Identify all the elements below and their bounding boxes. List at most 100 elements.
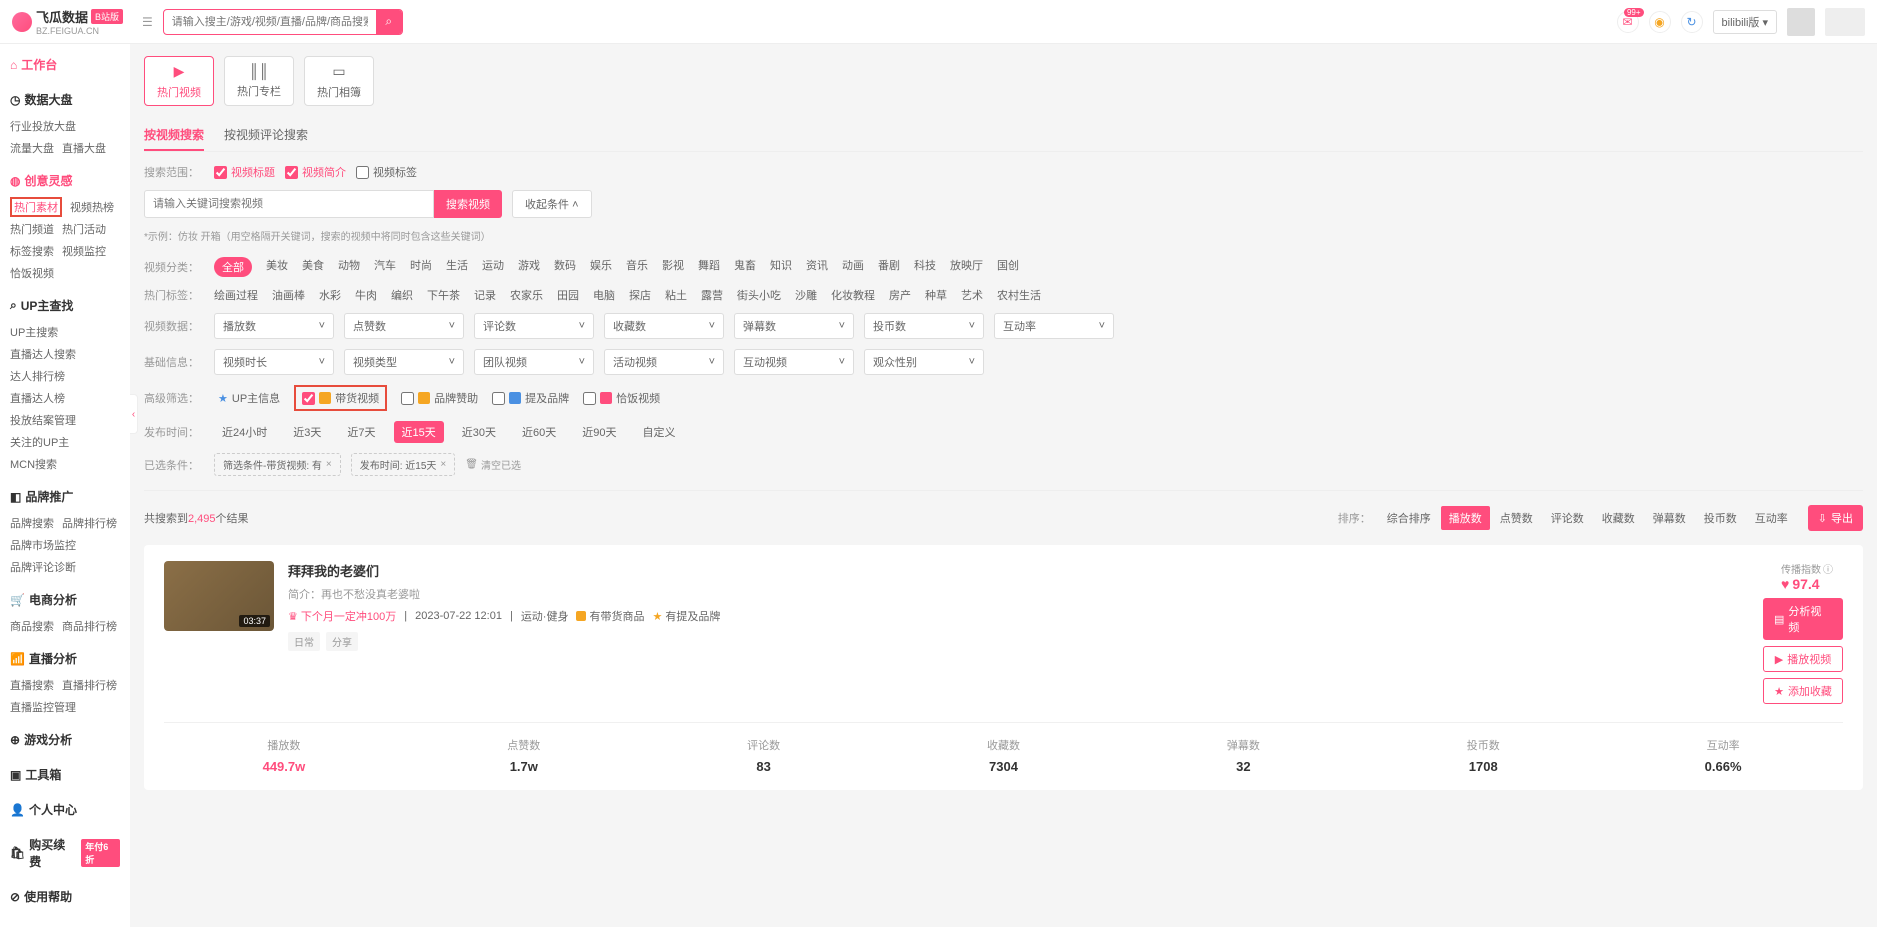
video-tag[interactable]: 分享 (326, 632, 358, 651)
nav-live-monitor[interactable]: 直播监控管理 (10, 697, 76, 717)
coin-icon[interactable]: ◉ (1649, 11, 1671, 33)
keyword-input[interactable] (144, 190, 434, 218)
time-3d[interactable]: 近3天 (285, 421, 329, 443)
nav-brand-monitor[interactable]: 品牌市场监控 (10, 535, 76, 555)
nav-mcn-search[interactable]: MCN搜索 (10, 454, 57, 474)
hottag-item[interactable]: 记录 (474, 287, 496, 303)
nav-traffic[interactable]: 流量大盘 (10, 138, 54, 158)
nav-purchase[interactable]: 🛍购买续费年付6折 (10, 832, 120, 874)
video-title[interactable]: 拜拜我的老婆们 (288, 561, 1749, 580)
cat-item[interactable]: 国创 (997, 257, 1019, 277)
scope-tag[interactable]: 视频标签 (356, 164, 417, 180)
nav-creative[interactable]: ◍创意灵感 (10, 168, 120, 193)
chip-remove[interactable]: × (440, 459, 446, 470)
nav-placement-mgmt[interactable]: 投放结案管理 (10, 410, 76, 430)
cat-item[interactable]: 动物 (338, 257, 360, 277)
sel-coins[interactable]: 投币数˅ (864, 313, 984, 339)
nav-live-rank[interactable]: 直播排行榜 (62, 675, 117, 695)
version-select[interactable]: bilibili版 ▾ (1713, 10, 1777, 34)
sort-favs[interactable]: 收藏数 (1594, 506, 1643, 530)
sel-team[interactable]: 团队视频˅ (474, 349, 594, 375)
cat-item[interactable]: 动画 (842, 257, 864, 277)
nav-live-talent-rank[interactable]: 直播达人榜 (10, 388, 65, 408)
hottag-item[interactable]: 房产 (889, 287, 911, 303)
nav-sponsored[interactable]: 恰饭视频 (10, 263, 54, 283)
keyword-search-button[interactable]: 搜索视频 (434, 190, 502, 218)
nav-brand[interactable]: ◧品牌推广 (10, 484, 120, 509)
time-custom[interactable]: 自定义 (635, 421, 684, 443)
hottag-item[interactable]: 农村生活 (997, 287, 1041, 303)
cat-item[interactable]: 放映厅 (950, 257, 983, 277)
hottag-item[interactable]: 露营 (701, 287, 723, 303)
export-button[interactable]: ⇩导出 (1808, 505, 1863, 531)
time-7d[interactable]: 近7天 (339, 421, 383, 443)
nav-profile[interactable]: 👤个人中心 (10, 797, 120, 822)
nav-product-rank[interactable]: 商品排行榜 (62, 616, 117, 636)
sort-likes[interactable]: 点赞数 (1492, 506, 1541, 530)
sel-plays[interactable]: 播放数˅ (214, 313, 334, 339)
sort-danmu[interactable]: 弹幕数 (1645, 506, 1694, 530)
adv-sponsored-video[interactable]: 恰饭视频 (583, 390, 660, 406)
tab-hot-album[interactable]: ▭热门相簿 (304, 56, 374, 106)
tab-hot-video[interactable]: ▶热门视频 (144, 56, 214, 106)
info-icon[interactable]: ⓘ (1823, 561, 1833, 576)
hottag-item[interactable]: 沙雕 (795, 287, 817, 303)
cat-item[interactable]: 时尚 (410, 257, 432, 277)
cat-item[interactable]: 影视 (662, 257, 684, 277)
sel-likes[interactable]: 点赞数˅ (344, 313, 464, 339)
time-30d[interactable]: 近30天 (454, 421, 504, 443)
subtab-comment-search[interactable]: 按视频评论搜索 (224, 120, 308, 151)
cat-item[interactable]: 知识 (770, 257, 792, 277)
sel-interact[interactable]: 互动率˅ (994, 313, 1114, 339)
message-icon[interactable]: ✉99+ (1617, 11, 1639, 33)
nav-hot-material[interactable]: 热门素材 (10, 197, 62, 217)
chip-remove[interactable]: × (326, 459, 332, 470)
nav-ecommerce[interactable]: 🛒电商分析 (10, 587, 120, 612)
brand-logo[interactable]: 飞瓜数据 B站版 BZ.FEIGUA.CN (12, 7, 132, 36)
hottag-item[interactable]: 街头小吃 (737, 287, 781, 303)
video-author[interactable]: ♛下个月一定冲100万 (288, 608, 396, 624)
cat-item[interactable]: 运动 (482, 257, 504, 277)
cat-item[interactable]: 资讯 (806, 257, 828, 277)
cat-item[interactable]: 美妆 (266, 257, 288, 277)
hottag-item[interactable]: 粘土 (665, 287, 687, 303)
sel-gender[interactable]: 观众性别˅ (864, 349, 984, 375)
sel-favs[interactable]: 收藏数˅ (604, 313, 724, 339)
sort-composite[interactable]: 综合排序 (1379, 506, 1439, 530)
sel-danmu[interactable]: 弹幕数˅ (734, 313, 854, 339)
sel-comments[interactable]: 评论数˅ (474, 313, 594, 339)
hottag-item[interactable]: 探店 (629, 287, 651, 303)
user-menu[interactable] (1825, 8, 1865, 36)
nav-brand-search[interactable]: 品牌搜索 (10, 513, 54, 533)
hottag-item[interactable]: 化妆教程 (831, 287, 875, 303)
subtab-video-search[interactable]: 按视频搜索 (144, 120, 204, 151)
user-avatar[interactable] (1787, 8, 1815, 36)
cat-item[interactable]: 音乐 (626, 257, 648, 277)
time-24h[interactable]: 近24小时 (214, 421, 275, 443)
cat-item[interactable]: 游戏 (518, 257, 540, 277)
nav-data-overview[interactable]: ◷数据大盘 (10, 87, 120, 112)
hottag-item[interactable]: 下午茶 (427, 287, 460, 303)
sidebar-collapse[interactable]: ‹ (130, 394, 138, 434)
nav-video-rank[interactable]: 视频热榜 (70, 197, 114, 217)
cat-item[interactable]: 汽车 (374, 257, 396, 277)
hottag-item[interactable]: 农家乐 (510, 287, 543, 303)
nav-up-search[interactable]: ⌕UP主查找 (10, 293, 120, 318)
sel-type[interactable]: 视频类型˅ (344, 349, 464, 375)
global-search-input[interactable] (164, 16, 376, 28)
hottag-item[interactable]: 水彩 (319, 287, 341, 303)
nav-hot-activity[interactable]: 热门活动 (62, 219, 106, 239)
cat-item[interactable]: 科技 (914, 257, 936, 277)
sel-duration[interactable]: 视频时长˅ (214, 349, 334, 375)
adv-mention-brand[interactable]: 提及品牌 (492, 390, 569, 406)
nav-game[interactable]: ⊕游戏分析 (10, 727, 120, 752)
cat-item[interactable]: 美食 (302, 257, 324, 277)
hottag-item[interactable]: 田园 (557, 287, 579, 303)
sort-interact[interactable]: 互动率 (1747, 506, 1796, 530)
video-tag[interactable]: 日常 (288, 632, 320, 651)
nav-hot-channel[interactable]: 热门频道 (10, 219, 54, 239)
cat-item[interactable]: 生活 (446, 257, 468, 277)
hottag-item[interactable]: 艺术 (961, 287, 983, 303)
cat-item[interactable]: 番剧 (878, 257, 900, 277)
nav-video-monitor[interactable]: 视频监控 (62, 241, 106, 261)
